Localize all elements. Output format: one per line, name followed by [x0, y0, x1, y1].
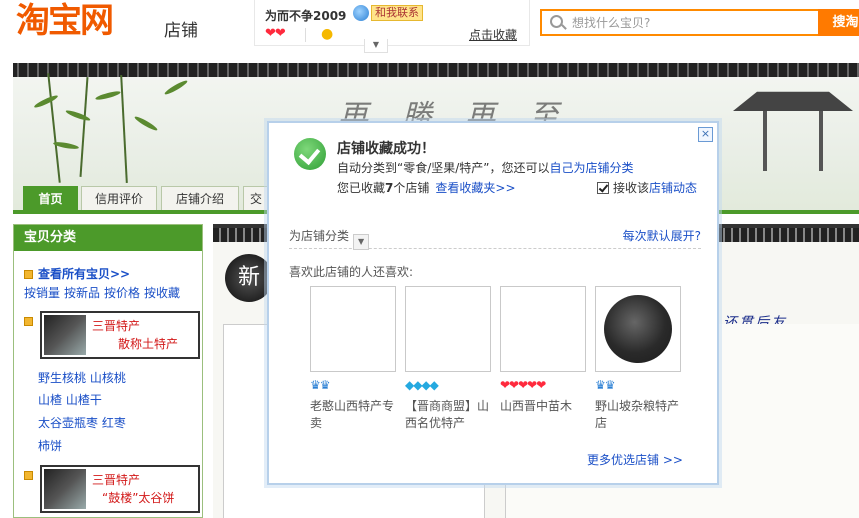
contact-seller-button[interactable]: 和我联系 — [371, 5, 423, 21]
auto-classify-label: 自动分类到“零食/坚果/特产”，您还可以 — [337, 161, 550, 175]
tab-shop-intro[interactable]: 店铺介绍 — [161, 186, 239, 213]
sort-by-new[interactable]: 按新品 — [64, 286, 100, 300]
shop-info-box: 为而不争2009 和我联系 ❤❤ ● 点击收藏 — [254, 0, 530, 46]
category-line1: 三晋特产 — [92, 473, 141, 487]
bullet-icon — [24, 471, 33, 480]
classify-label: 为店铺分类 — [289, 229, 350, 243]
favorite-count-text: 您已收藏7个店铺 查看收藏夹>> — [337, 179, 516, 196]
close-icon[interactable]: × — [698, 127, 713, 142]
search-button[interactable]: 搜淘 — [818, 9, 859, 36]
taobao-logo[interactable]: 淘宝网 — [16, 2, 114, 40]
shop-name-link[interactable]: 老憨山西特产专卖 — [310, 398, 396, 432]
crown-credit-icon: ♛♛ — [310, 378, 331, 392]
view-all-items-link[interactable]: 查看所有宝贝>> — [24, 265, 130, 282]
tab-more[interactable]: 交 — [243, 186, 269, 213]
favorite-shop-link[interactable]: 点击收藏 — [469, 26, 517, 43]
top-header: 淘宝网 店铺 为而不争2009 和我联系 ❤❤ ● 点击收藏 ▼ 搜淘 — [0, 0, 859, 58]
shop-name-link[interactable]: 【晋商商盟】山西名优特产 — [405, 398, 491, 432]
shop-name-link[interactable]: 野山坡杂粮特产店 — [595, 398, 681, 432]
subscribe-option[interactable]: 接收该店铺动态 — [597, 179, 697, 196]
check-icon — [294, 138, 326, 170]
shop-thumbnail[interactable] — [500, 286, 586, 372]
seller-credit-hearts: ❤❤ — [265, 26, 286, 41]
also-like-label: 喜欢此店铺的人还喜欢: — [289, 265, 414, 279]
view-favorites-link[interactable]: 查看收藏夹>> — [435, 181, 515, 195]
sort-by-favorites[interactable]: 按收藏 — [144, 286, 180, 300]
category-thumbnail — [44, 469, 86, 509]
recommended-shop[interactable]: ♛♛ 老憨山西特产专卖 — [310, 286, 396, 432]
dialog-title: 店铺收藏成功！ — [337, 141, 435, 157]
bamboo-leaf — [33, 93, 59, 110]
favorite-success-dialog: × 店铺收藏成功！ 自动分类到“零食/坚果/特产”，您还可以自己为店铺分类 您已… — [267, 121, 719, 485]
bullet-icon — [24, 270, 33, 279]
search-input[interactable] — [572, 13, 812, 32]
diamond-credit-icon: ◆◆◆◆ — [405, 378, 439, 392]
crown-credit-icon: ♛♛ — [595, 378, 616, 392]
self-classify-link[interactable]: 自己为店铺分类 — [550, 161, 634, 175]
shop-name[interactable]: 为而不争2009 — [265, 7, 346, 24]
bamboo-stalk — [47, 73, 61, 183]
count-suffix: 个店铺 — [393, 181, 430, 195]
count-prefix: 您已收藏 — [337, 181, 386, 195]
shop-thumbnail[interactable] — [310, 286, 396, 372]
category-link[interactable]: 野生核桃 山核桃 — [38, 369, 126, 386]
pavilion-pillar — [763, 111, 767, 171]
default-expand-link[interactable]: 每次默认展开? — [623, 227, 701, 244]
category-banner-2[interactable]: 三晋特产 “鼓楼”太谷饼 — [40, 465, 200, 513]
category-sidebar: 宝贝分类 查看所有宝贝>> 按销量 按新品 按价格 按收藏 三晋特产 散称土特产 野生… — [13, 224, 203, 518]
sidebar-title: 宝贝分类 — [14, 225, 202, 251]
subscribe-checkbox[interactable] — [597, 182, 609, 194]
recommended-shop[interactable]: ♛♛ 野山坡杂粮特产店 — [595, 286, 681, 432]
category-line1: 三晋特产 — [92, 319, 141, 333]
category-line2: “鼓楼”太谷饼 — [102, 491, 175, 505]
shop-thumbnail[interactable] — [595, 286, 681, 372]
category-thumbnail — [44, 315, 86, 355]
category-link[interactable]: 山楂 山楂干 — [38, 391, 102, 408]
medal-icon: ● — [321, 26, 334, 42]
pavilion-pillar — [819, 111, 823, 171]
category-link[interactable]: 太谷壶瓶枣 红枣 — [38, 414, 126, 431]
wangwang-icon[interactable] — [353, 5, 369, 21]
bullet-icon — [24, 317, 33, 326]
sort-by-sales[interactable]: 按销量 — [24, 286, 60, 300]
recommended-shop[interactable]: ❤❤❤❤❤ 山西晋中苗木 — [500, 286, 586, 415]
bamboo-leaf — [94, 89, 122, 102]
category-banner-1[interactable]: 三晋特产 散称土特产 — [40, 311, 200, 359]
search-icon — [550, 15, 563, 28]
bamboo-stalk — [79, 77, 89, 177]
classify-select[interactable]: 为店铺分类 ▼ — [289, 227, 370, 250]
shop-name-link[interactable]: 山西晋中苗木 — [500, 398, 586, 415]
tab-home[interactable]: 首页 — [23, 186, 78, 213]
bamboo-stalk — [120, 75, 128, 183]
shop-info-toggle[interactable]: ▼ — [364, 39, 388, 53]
category-line2: 散称土特产 — [118, 337, 179, 351]
logo-subtitle: 店铺 — [164, 21, 198, 41]
sort-by-price[interactable]: 按价格 — [104, 286, 140, 300]
more-shops-link[interactable]: 更多优选店铺 >> — [587, 451, 683, 468]
search-box — [540, 9, 820, 36]
view-all-items-label: 查看所有宝贝>> — [38, 267, 131, 281]
pavilion-illustration — [733, 87, 853, 177]
sort-links: 按销量 按新品 按价格 按收藏 — [24, 284, 184, 301]
shop-updates-link[interactable]: 店铺动态 — [649, 181, 697, 195]
recommended-shop[interactable]: ◆◆◆◆ 【晋商商盟】山西名优特产 — [405, 286, 491, 432]
bamboo-leaf — [163, 78, 189, 97]
heart-credit-icon: ❤❤❤❤❤ — [500, 378, 546, 392]
tab-credit-rating[interactable]: 信用评价 — [81, 186, 157, 213]
chevron-down-icon[interactable]: ▼ — [353, 234, 370, 250]
category-link[interactable]: 柿饼 — [38, 437, 62, 454]
bamboo-leaf — [64, 108, 92, 123]
classify-row: 为店铺分类 ▼ 每次默认展开? — [289, 221, 701, 250]
banner-lattice-border — [13, 63, 859, 77]
new-badge: 新 — [225, 254, 273, 302]
divider — [305, 28, 306, 42]
subscribe-label: 接收该 — [613, 181, 650, 195]
shop-thumbnail[interactable] — [405, 286, 491, 372]
bamboo-leaf — [133, 114, 159, 133]
auto-classify-text: 自动分类到“零食/坚果/特产”，您还可以自己为店铺分类 — [337, 159, 634, 176]
pavilion-roof — [733, 91, 853, 111]
